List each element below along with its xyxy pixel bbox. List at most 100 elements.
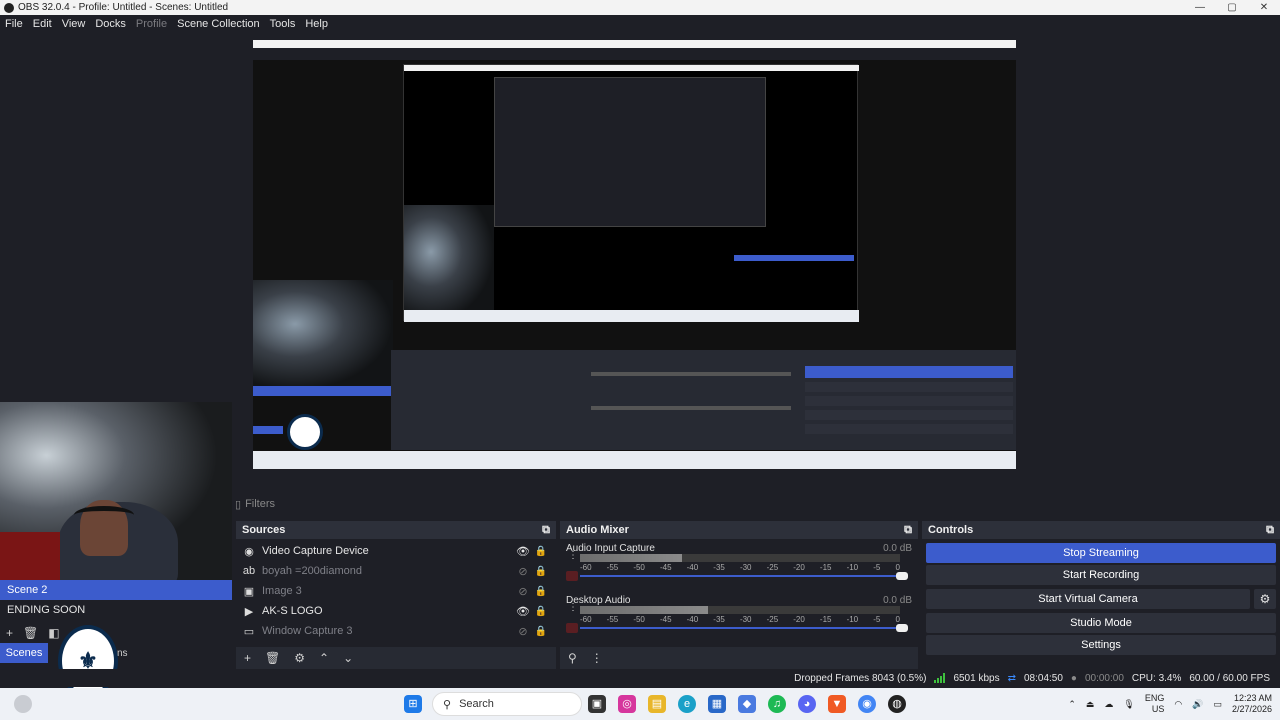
stop-streaming-button[interactable]: Stop Streaming <box>926 543 1276 563</box>
remove-source-icon[interactable]: 🗑 <box>265 651 280 665</box>
taskbar: ⊞ ⚲ Search ▣ ◎ ▤ e ▦ ◆ ♫ ◕ ▼ ◉ ◍ ⌃ ⏏ ☁ 🎙… <box>0 688 1280 720</box>
store-icon[interactable]: ▦ <box>708 695 726 713</box>
gear-icon[interactable]: ⚙ <box>1254 589 1276 609</box>
add-scene-icon[interactable]: + <box>6 626 13 640</box>
chevron-up-icon[interactable]: ⌃ <box>1068 699 1076 710</box>
dropped-frames: Dropped Frames 8043 (0.5%) <box>794 672 927 684</box>
menu-file[interactable]: File <box>0 18 28 30</box>
menu-profile[interactable]: Profile <box>131 18 172 30</box>
eye-icon[interactable]: 👁 <box>514 605 532 618</box>
source-item[interactable]: ◉ Video Capture Device 👁 🔒 <box>236 541 556 561</box>
nested-menubar <box>253 48 1016 60</box>
scene-item[interactable]: ENDING SOON <box>0 600 232 620</box>
start-recording-button[interactable]: Start Recording <box>926 565 1276 585</box>
source-item[interactable]: ▶ AK-S LOGO 👁 🔒 <box>236 601 556 621</box>
time: 12:23 AM <box>1233 693 1272 703</box>
language-indicator[interactable]: ENG US <box>1145 693 1165 715</box>
menu-docks[interactable]: Docks <box>90 18 131 30</box>
image-icon: ▣ <box>243 585 255 598</box>
windows-start-icon[interactable]: ⊞ <box>404 695 422 713</box>
menu-scene-collection[interactable]: Scene Collection <box>172 18 265 30</box>
wifi-icon[interactable]: ◠ <box>1174 699 1182 710</box>
nested-scene-highlight <box>253 386 391 396</box>
minimize-button[interactable]: — <box>1184 0 1216 15</box>
lock-icon[interactable]: 🔒 <box>532 606 550 617</box>
nested-docks <box>391 350 1016 450</box>
tab-scenes[interactable]: Scenes <box>0 643 48 663</box>
file-explorer-icon[interactable]: ▤ <box>648 695 666 713</box>
menu-tools[interactable]: Tools <box>265 18 301 30</box>
mute-icon[interactable] <box>566 571 578 581</box>
chrome-icon[interactable]: ◉ <box>858 695 876 713</box>
volume-knob[interactable] <box>896 572 908 580</box>
move-up-icon[interactable]: ⌃ <box>319 651 329 665</box>
eye-hidden-icon[interactable]: ⊘ <box>514 625 532 638</box>
dock-float-icon[interactable]: ⧉ <box>1266 524 1274 537</box>
nested-taskbar <box>253 451 1016 469</box>
obs-taskbar-icon[interactable]: ◍ <box>888 695 906 713</box>
settings-button[interactable]: Settings <box>926 635 1276 655</box>
channel-menu-icon[interactable]: ⋮ <box>568 551 578 561</box>
move-down-icon[interactable]: ⌄ <box>343 651 353 665</box>
filters-label: Filters <box>245 498 276 510</box>
mixer-menu-icon[interactable]: ⋮ <box>591 651 603 665</box>
remove-scene-icon[interactable]: 🗑 <box>23 626 38 640</box>
lock-icon[interactable]: 🔒 <box>532 566 550 577</box>
audio-channel: Desktop Audio 0.0 dB ⋮ -60 -55 -50 -45 -40 -3… <box>560 591 918 643</box>
clock[interactable]: 12:23 AM 2/27/2026 <box>1232 693 1272 715</box>
volume-slider[interactable] <box>580 572 908 580</box>
start-virtual-camera-button[interactable]: Start Virtual Camera <box>926 589 1250 609</box>
lock-icon[interactable]: 🔒 <box>532 626 550 637</box>
instagram-icon[interactable]: ◎ <box>618 695 636 713</box>
spotify-icon[interactable]: ♫ <box>768 695 786 713</box>
nested-preview <box>403 64 859 322</box>
menu-help[interactable]: Help <box>300 18 333 30</box>
source-properties-icon[interactable]: ⚙ <box>294 651 305 665</box>
level-fill <box>580 606 708 614</box>
obs-icon <box>4 2 14 13</box>
weather-icon[interactable] <box>14 695 32 713</box>
level-meter <box>580 554 900 562</box>
battery-icon[interactable]: ▭ <box>1213 699 1222 710</box>
mute-icon[interactable] <box>566 623 578 633</box>
brave-icon[interactable]: ▼ <box>828 695 846 713</box>
sources-dock: Sources ⧉ ◉ Video Capture Device 👁 🔒 ab … <box>236 521 556 669</box>
eye-icon[interactable]: 👁 <box>514 545 532 558</box>
dock-float-icon[interactable]: ⧉ <box>542 524 550 537</box>
discord-icon[interactable]: ◕ <box>798 695 816 713</box>
menu-view[interactable]: View <box>57 18 91 30</box>
tab-transitions-partial[interactable]: ns <box>117 648 128 659</box>
taskbar-search[interactable]: ⚲ Search <box>432 692 582 716</box>
eye-hidden-icon[interactable]: ⊘ <box>514 565 532 578</box>
menu-edit[interactable]: Edit <box>28 18 57 30</box>
advanced-audio-icon[interactable]: ⚲ <box>568 651 577 665</box>
studio-mode-button[interactable]: Studio Mode <box>926 613 1276 633</box>
eye-hidden-icon[interactable]: ⊘ <box>514 585 532 598</box>
dock-float-icon[interactable]: ⧉ <box>904 524 912 537</box>
filters-bar[interactable]: ▯ Filters <box>232 495 1280 513</box>
source-item[interactable]: ab boyah =200diamond ⊘ 🔒 <box>236 561 556 581</box>
volume-icon[interactable]: 🔊 <box>1192 699 1203 710</box>
volume-knob[interactable] <box>896 624 908 632</box>
task-view-icon[interactable]: ▣ <box>588 695 606 713</box>
cloud-icon[interactable]: ☁ <box>1104 699 1113 710</box>
scene-item[interactable]: Scene 2 <box>0 580 232 600</box>
app-icon[interactable]: ◆ <box>738 695 756 713</box>
edge-icon[interactable]: e <box>678 695 696 713</box>
channel-menu-icon[interactable]: ⋮ <box>568 603 578 613</box>
usb-icon[interactable]: ⏏ <box>1086 699 1095 710</box>
nested-webcam <box>253 280 393 390</box>
lock-icon[interactable]: 🔒 <box>532 586 550 597</box>
close-button[interactable]: ✕ <box>1248 0 1280 15</box>
add-source-icon[interactable]: + <box>244 651 251 665</box>
mic-icon[interactable]: 🎙 <box>1123 699 1134 710</box>
preview-canvas[interactable] <box>253 40 1016 469</box>
scene-filters-icon[interactable]: ◧ <box>48 626 59 640</box>
source-item[interactable]: ▭ Window Capture 3 ⊘ 🔒 <box>236 621 556 641</box>
sources-title: Sources <box>242 524 286 536</box>
maximize-button[interactable]: ▢ <box>1216 0 1248 15</box>
source-item[interactable]: ▣ Image 3 ⊘ 🔒 <box>236 581 556 601</box>
lock-icon[interactable]: 🔒 <box>532 546 550 557</box>
headphones-icon <box>74 506 134 524</box>
volume-slider[interactable] <box>580 624 908 632</box>
